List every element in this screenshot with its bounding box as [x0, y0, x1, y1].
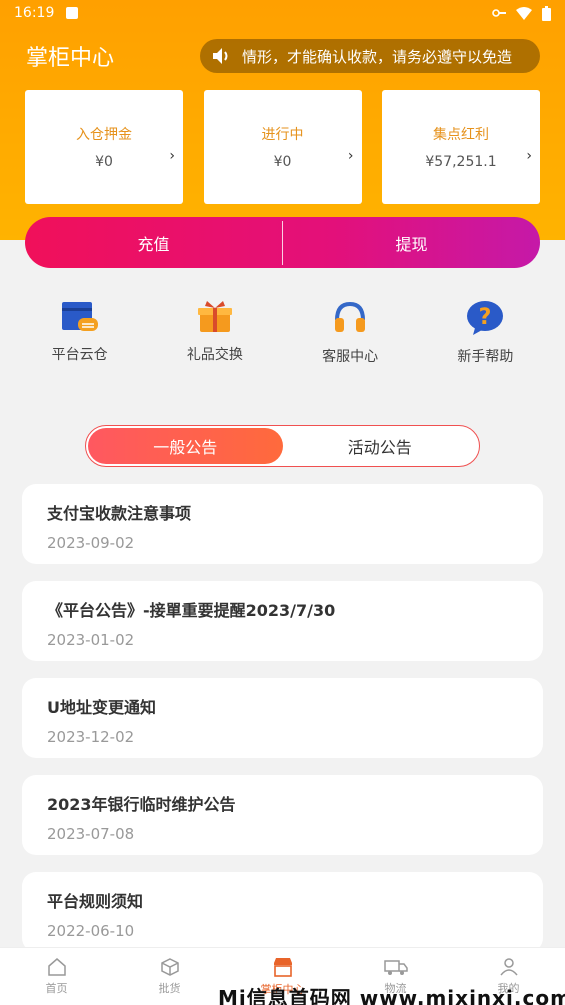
quick-link-warehouse[interactable]: 平台云仓 — [20, 300, 140, 370]
quick-link-gift[interactable]: 礼品交换 — [155, 300, 275, 370]
notice-title: 平台规则须知 — [47, 892, 144, 911]
notice-item[interactable]: U地址变更通知 2023-12-02 — [22, 678, 543, 758]
marquee-text: 情形，才能确认收款，请务必遵守以免造 — [242, 47, 513, 66]
chevron-right-icon: › — [526, 148, 532, 164]
headset-icon — [335, 301, 366, 332]
notice-date: 2023-07-08 — [47, 825, 135, 843]
nav-wholesale[interactable]: 批货 — [113, 948, 226, 1005]
notice-tabs: 一般公告 活动公告 — [85, 425, 480, 467]
notice-item[interactable]: 2023年银行临时维护公告 2023-07-08 — [22, 775, 543, 855]
chevron-right-icon: › — [347, 148, 354, 164]
nav-label: 批货 — [158, 981, 181, 995]
speaker-icon — [213, 48, 228, 64]
quick-link-label: 平台云仓 — [51, 347, 108, 363]
store-icon — [273, 957, 292, 977]
notice-title: U地址变更通知 — [47, 698, 156, 717]
key-icon — [492, 9, 506, 17]
notice-title: 2023年银行临时维护公告 — [47, 795, 236, 814]
box-icon — [160, 957, 179, 976]
recharge-button[interactable]: 充值 — [25, 231, 282, 255]
help-icon: ? — [467, 301, 504, 335]
page-header: 掌柜中心 情形，才能确认收款，请务必遵守以免造 — [26, 38, 540, 74]
warehouse-icon — [61, 302, 98, 331]
status-bar: 16:19 — [0, 0, 565, 26]
notice-title: 《平台公告》-接單重要提醒2023/7/30 — [47, 601, 336, 620]
tab-general[interactable]: 一般公告 — [88, 428, 283, 464]
truck-icon — [383, 959, 408, 975]
quick-link-help[interactable]: ? 新手帮助 — [425, 300, 545, 370]
quick-links: 平台云仓 礼品交换 客服中心 ? 新手帮助 — [12, 300, 553, 370]
notice-date: 2022-06-10 — [47, 922, 135, 940]
quick-link-service[interactable]: 客服中心 — [290, 300, 410, 370]
notice-title: 支付宝收款注意事项 — [47, 504, 192, 523]
in-progress-card[interactable]: 进行中 ¥0 › — [203, 90, 362, 204]
card-value: ¥0 — [95, 154, 113, 170]
notice-date: 2023-09-02 — [47, 534, 135, 552]
notice-item[interactable]: 平台规则须知 2022-06-10 — [22, 872, 543, 952]
action-bar: 充值 提现 — [25, 217, 540, 268]
chevron-right-icon: › — [169, 148, 175, 164]
notice-date: 2023-01-02 — [47, 631, 135, 649]
card-value: ¥0 — [273, 154, 292, 170]
tab-activity[interactable]: 活动公告 — [283, 428, 478, 464]
status-time: 16:19 — [14, 5, 55, 21]
gift-icon — [197, 301, 232, 332]
notification-icon — [66, 7, 79, 19]
battery-icon — [542, 5, 551, 21]
announcement-marquee[interactable]: 情形，才能确认收款，请务必遵守以免造 — [200, 39, 540, 73]
wifi-icon — [516, 6, 532, 20]
quick-link-label: 客服中心 — [322, 349, 379, 365]
watermark: Mi信息首码网 www.mixinxi.com — [218, 986, 565, 1005]
balance-cards: 入仓押金 ¥0 › 进行中 ¥0 › 集点红利 ¥57,251.1 › — [25, 90, 540, 204]
svg-text:?: ? — [479, 305, 492, 330]
notice-item[interactable]: 支付宝收款注意事项 2023-09-02 — [22, 484, 543, 564]
page-title: 掌柜中心 — [26, 46, 115, 71]
card-value: ¥57,251.1 — [425, 154, 497, 170]
card-label: 入仓押金 — [76, 127, 132, 143]
card-label: 集点红利 — [433, 127, 489, 143]
withdraw-button[interactable]: 提现 — [283, 231, 540, 255]
notice-date: 2023-12-02 — [47, 728, 135, 746]
user-icon — [499, 957, 518, 975]
nav-label: 首页 — [45, 981, 68, 995]
home-icon — [47, 957, 66, 976]
nav-home[interactable]: 首页 — [0, 948, 113, 1005]
deposit-card[interactable]: 入仓押金 ¥0 › — [25, 90, 183, 204]
quick-link-label: 礼品交换 — [186, 347, 243, 363]
notice-item[interactable]: 《平台公告》-接單重要提醒2023/7/30 2023-01-02 — [22, 581, 543, 661]
bonus-card[interactable]: 集点红利 ¥57,251.1 › — [382, 90, 540, 204]
quick-link-label: 新手帮助 — [457, 349, 514, 365]
card-label: 进行中 — [261, 127, 304, 143]
